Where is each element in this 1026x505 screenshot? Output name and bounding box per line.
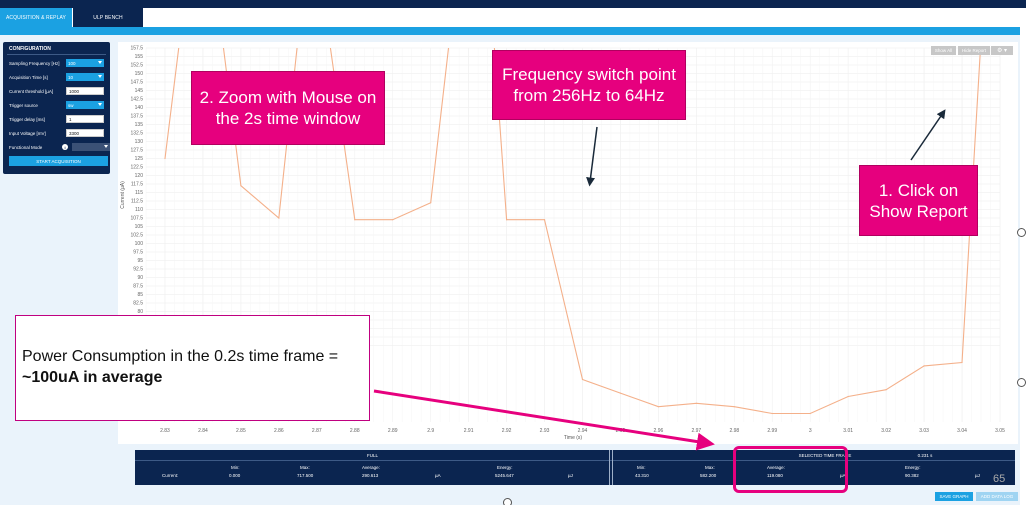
handle-dot <box>1017 378 1026 387</box>
app-window: ACQUISITION & REPLAY ULP BENCH CONFIGURA… <box>0 0 1026 505</box>
page-number: 65 <box>993 473 1006 485</box>
annotation-arrows <box>373 109 946 451</box>
average-arrow <box>373 389 715 451</box>
frequency-arrow <box>586 126 598 187</box>
handle-dot <box>1017 228 1026 237</box>
show-report-arrow <box>910 109 946 161</box>
handle-dot <box>503 498 512 505</box>
